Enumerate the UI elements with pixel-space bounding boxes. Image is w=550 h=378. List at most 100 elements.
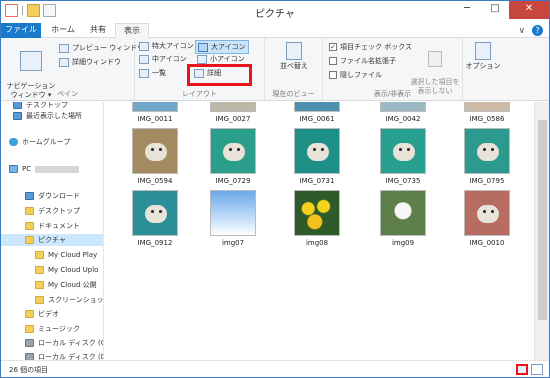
- eye-shape: [159, 148, 162, 151]
- maximize-button[interactable]: □: [481, 1, 509, 19]
- sort-by-button[interactable]: 並べ替え: [271, 42, 317, 71]
- file-tile[interactable]: IMG_0011: [119, 102, 191, 123]
- file-tile[interactable]: IMG_0061: [281, 102, 353, 123]
- nav-item-music[interactable]: ミュージック: [25, 323, 80, 335]
- nav-item-downloads[interactable]: ダウンロード: [25, 190, 80, 202]
- file-tile[interactable]: img07: [197, 190, 269, 247]
- small-icons-option[interactable]: 小アイコン: [197, 54, 245, 64]
- file-name: IMG_0011: [137, 115, 173, 123]
- vertical-scrollbar[interactable]: [534, 102, 549, 360]
- recent-places-icon: [13, 112, 22, 120]
- photo-thumbnail: [464, 128, 510, 174]
- eye-shape: [159, 210, 162, 213]
- nav-item-pc[interactable]: PC: [9, 163, 80, 175]
- extra-large-icons-option[interactable]: 特大アイコン: [139, 41, 194, 51]
- hamster-shape: [145, 205, 167, 223]
- file-tile[interactable]: IMG_0042: [367, 102, 439, 123]
- nav-item-screenshots[interactable]: スクリーンショット: [35, 294, 103, 306]
- file-tile[interactable]: IMG_0010: [451, 190, 523, 247]
- nav-item-pictures[interactable]: ピクチャ: [1, 234, 103, 246]
- nav-item-label: デスクトップ: [26, 102, 68, 109]
- navigation-pane: デスクトップ 最近表示した場所 ホームグループ PC ダウンロード デスクトップ…: [1, 102, 104, 360]
- sort-by-icon: [286, 42, 302, 60]
- photo-thumbnail: [294, 128, 340, 174]
- status-bar: 26 個の項目: [1, 360, 549, 377]
- tab-home[interactable]: ホーム: [45, 23, 81, 38]
- tab-view[interactable]: 表示: [115, 23, 149, 38]
- hamster-shape: [477, 205, 499, 223]
- tab-file[interactable]: ファイル: [1, 23, 41, 38]
- hidden-items-option[interactable]: 隠しファイル: [329, 70, 382, 80]
- file-name-extensions-label: ファイル名拡張子: [340, 57, 396, 65]
- minimize-button[interactable]: ─: [453, 1, 481, 19]
- nav-item-label: デスクトップ: [38, 207, 80, 215]
- file-tile[interactable]: IMG_0586: [451, 102, 523, 123]
- file-name: IMG_0010: [469, 239, 505, 247]
- ribbon-extras: ∨ ?: [519, 25, 543, 36]
- large-icons-view-button[interactable]: [531, 364, 543, 375]
- nav-item-local-disk-d[interactable]: ローカル ディスク (D: [25, 351, 103, 360]
- expand-ribbon-icon[interactable]: ∨: [519, 26, 526, 36]
- folder-icon: [35, 266, 44, 274]
- nav-item-recent-places[interactable]: 最近表示した場所: [13, 110, 82, 122]
- details-window-icon: [59, 57, 69, 67]
- nav-item-documents[interactable]: ドキュメント: [25, 220, 80, 232]
- photo-thumbnail: [380, 128, 426, 174]
- nav-item-mycloud-play[interactable]: My Cloud Play: [35, 249, 97, 261]
- help-icon[interactable]: ?: [532, 25, 543, 36]
- pictures-folder-icon: [25, 236, 34, 244]
- nav-item-homegroup[interactable]: ホームグループ: [9, 136, 70, 148]
- explorer-window: | ピクチャ ─ □ ✕ ファイル ホーム 共有 表示 ∨ ? ナビゲーション …: [0, 0, 550, 378]
- nav-item-label: ドキュメント: [38, 222, 80, 230]
- nav-item-desktop[interactable]: デスクトップ: [25, 205, 80, 217]
- item-check-boxes-checkbox[interactable]: ✓: [329, 43, 337, 51]
- folder-icon: [25, 207, 34, 215]
- file-tile[interactable]: IMG_0795: [451, 128, 523, 185]
- medium-icons-icon: [139, 54, 149, 64]
- preview-window-button[interactable]: プレビュー ウィンドウ: [59, 43, 144, 53]
- hide-selected-items-button[interactable]: 選択した項目を 表示しない: [409, 42, 461, 96]
- photo-thumbnail: [294, 190, 340, 236]
- details-view-button[interactable]: [516, 364, 528, 375]
- eye-shape: [407, 148, 410, 151]
- file-tile[interactable]: IMG_0027: [197, 102, 269, 123]
- file-tile[interactable]: IMG_0735: [367, 128, 439, 185]
- close-button[interactable]: ✕: [509, 1, 549, 19]
- photo-thumbnail: [210, 190, 256, 236]
- details-window-button[interactable]: 詳細ウィンドウ: [59, 57, 121, 67]
- download-icon: [25, 192, 34, 200]
- photo-thumbnail: [380, 190, 426, 236]
- file-name-extensions-checkbox[interactable]: [329, 57, 337, 65]
- file-name: IMG_0729: [215, 177, 251, 185]
- hidden-items-checkbox[interactable]: [329, 71, 337, 79]
- large-icons-option[interactable]: 大アイコン: [195, 40, 249, 54]
- eye-shape: [491, 210, 494, 213]
- hamster-shape: [393, 143, 415, 161]
- file-tile[interactable]: img08: [281, 190, 353, 247]
- item-check-boxes-option[interactable]: ✓ 項目チェック ボックス: [329, 42, 412, 52]
- drive-icon: [25, 353, 34, 360]
- list-option[interactable]: 一覧: [139, 68, 166, 78]
- file-name: IMG_0731: [299, 177, 335, 185]
- file-name-extensions-option[interactable]: ファイル名拡張子: [329, 56, 396, 66]
- nav-item-mycloud-upload[interactable]: My Cloud Uplo: [35, 264, 98, 276]
- current-view-group-label: 現在のビュー: [272, 90, 315, 98]
- file-tile[interactable]: IMG_0729: [197, 128, 269, 185]
- nav-item-mycloud-public[interactable]: My Cloud 公開: [35, 279, 97, 291]
- file-tile[interactable]: IMG_0912: [119, 190, 191, 247]
- list-label: 一覧: [152, 69, 166, 77]
- tab-share[interactable]: 共有: [81, 23, 115, 38]
- small-icons-label: 小アイコン: [210, 55, 245, 63]
- redacted-name: [35, 165, 80, 173]
- large-icons-icon: [198, 42, 208, 52]
- scrollbar-thumb[interactable]: [538, 120, 547, 320]
- nav-item-label: My Cloud 公開: [48, 281, 97, 289]
- nav-item-local-disk-c[interactable]: ローカル ディスク (C: [25, 337, 104, 349]
- file-tile[interactable]: IMG_0594: [119, 128, 191, 185]
- medium-icons-option[interactable]: 中アイコン: [139, 54, 187, 64]
- file-tile[interactable]: IMG_0731: [281, 128, 353, 185]
- options-button[interactable]: オプション: [465, 42, 501, 71]
- nav-item-label: ローカル ディスク (C: [38, 339, 104, 347]
- file-tile[interactable]: img09: [367, 190, 439, 247]
- nav-item-videos[interactable]: ビデオ: [25, 308, 59, 320]
